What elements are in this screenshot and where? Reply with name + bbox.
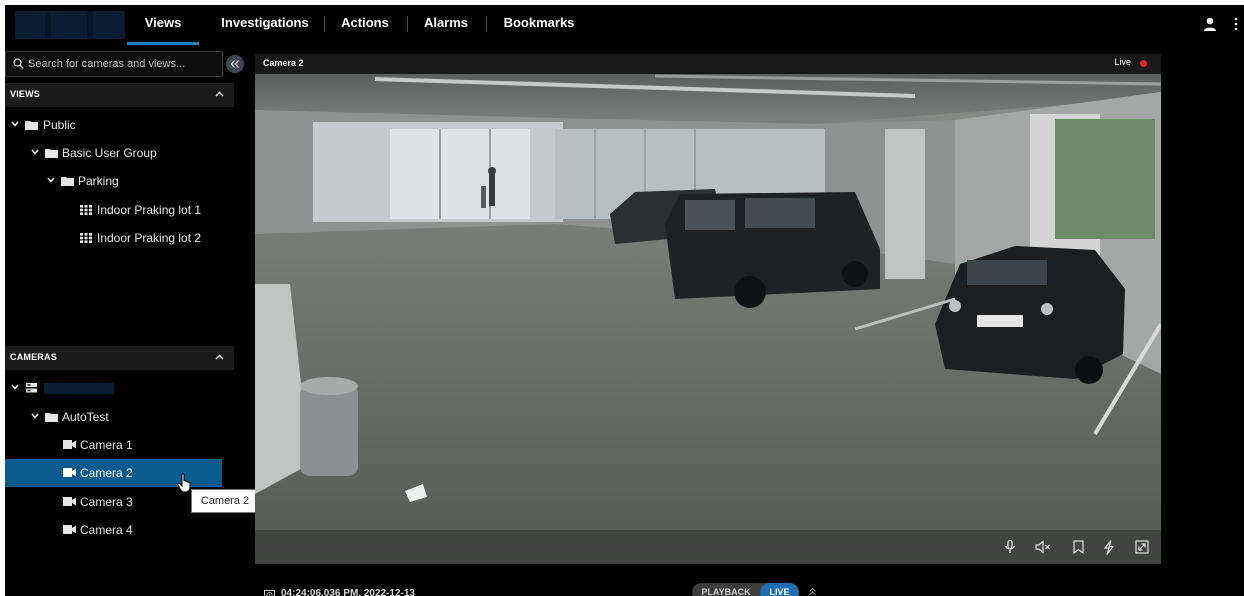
tree-item-label: AutoTest <box>62 410 109 424</box>
redacted-server-name <box>44 383 114 394</box>
views-section-title: VIEWS <box>10 89 41 99</box>
top-navigation-bar: Views Investigations Actions Alarms Book… <box>5 5 1244 45</box>
video-camera-icon <box>63 525 76 534</box>
chevron-up-icon <box>215 91 224 97</box>
grid-view-icon <box>80 205 92 215</box>
camera-video-feed[interactable] <box>255 74 1161 564</box>
server-icon <box>26 383 37 393</box>
chevron-down-icon <box>47 177 55 183</box>
tree-item-label: Camera 2 <box>80 466 133 480</box>
tree-item-autotest[interactable]: AutoTest <box>5 403 222 431</box>
tree-item-label: Camera 4 <box>80 523 133 537</box>
folder-icon <box>25 121 38 130</box>
search-box <box>5 51 223 77</box>
video-title: Camera 2 <box>263 58 304 68</box>
tree-item-camera-4[interactable]: Camera 4 <box>5 516 222 544</box>
video-camera-icon <box>63 468 76 477</box>
camera-tooltip: Camera 2 <box>191 489 259 513</box>
tab-actions[interactable]: Actions <box>335 5 395 45</box>
playback-live-toggle: PLAYBACK LIVE <box>692 583 799 596</box>
video-header: Camera 2 Live <box>255 54 1161 74</box>
chevron-up-icon <box>215 354 224 360</box>
nav-divider <box>324 16 325 32</box>
nav-divider <box>486 16 487 32</box>
tree-item-view[interactable]: Indoor Praking lot 1 <box>5 196 222 224</box>
playback-button[interactable]: PLAYBACK <box>692 583 760 596</box>
video-camera-icon <box>63 440 76 449</box>
grid-view-icon <box>80 233 92 243</box>
live-dot-icon <box>1140 60 1147 67</box>
folder-icon <box>45 413 58 422</box>
speaker-muted-icon[interactable] <box>1035 540 1051 554</box>
tree-item-view[interactable]: Indoor Praking lot 2 <box>5 224 222 252</box>
tab-bookmarks[interactable]: Bookmarks <box>496 5 582 45</box>
tab-views[interactable]: Views <box>127 5 199 45</box>
tab-alarms[interactable]: Alarms <box>417 5 475 45</box>
views-section-header[interactable]: VIEWS <box>5 83 234 107</box>
tree-item-label: Camera 1 <box>80 438 133 452</box>
more-vertical-icon[interactable] <box>1232 16 1240 32</box>
hand-pointer-icon <box>177 473 191 493</box>
tree-item-public[interactable]: Public <box>5 111 222 139</box>
tree-item-camera-1[interactable]: Camera 1 <box>5 431 222 459</box>
double-chevron-left-icon <box>230 60 239 68</box>
search-icon <box>13 58 24 69</box>
bookmark-icon[interactable] <box>1073 540 1084 554</box>
tree-item-basic-user-group[interactable]: Basic User Group <box>5 139 222 167</box>
tree-item-label: Public <box>43 118 76 132</box>
chevron-down-icon <box>31 149 39 155</box>
fullscreen-icon[interactable] <box>1135 540 1149 554</box>
folder-icon <box>45 149 58 158</box>
user-icon[interactable] <box>1202 16 1218 32</box>
tree-item-label: Parking <box>78 174 119 188</box>
tree-item-label: Indoor Praking lot 1 <box>97 203 202 217</box>
playback-timestamp: 04:24:06.036 PM, 2022-12-13 <box>281 588 415 596</box>
nav-divider <box>407 16 408 32</box>
tree-item-parking[interactable]: Parking <box>5 167 222 195</box>
tab-investigations[interactable]: Investigations <box>217 5 313 45</box>
search-input[interactable] <box>28 52 218 76</box>
live-button[interactable]: LIVE <box>760 583 799 596</box>
tree-item-label: Camera 3 <box>80 495 133 509</box>
logo <box>15 11 125 39</box>
collapse-sidebar-button[interactable] <box>226 55 244 73</box>
folder-icon <box>61 177 74 186</box>
microphone-icon[interactable] <box>1005 540 1015 554</box>
video-controls-bar <box>255 530 1161 564</box>
app-window: Views Investigations Actions Alarms Book… <box>5 5 1244 596</box>
tree-item-label: Basic User Group <box>62 146 157 160</box>
tree-item-label: Indoor Praking lot 2 <box>97 231 202 245</box>
video-camera-icon <box>63 497 76 506</box>
double-chevron-up-icon[interactable] <box>808 587 817 596</box>
cameras-section-title: CAMERAS <box>10 352 57 362</box>
chevron-down-icon <box>31 413 39 419</box>
live-indicator-label: Live <box>1114 57 1131 67</box>
lightning-icon[interactable] <box>1103 540 1115 555</box>
chevron-down-icon <box>11 121 19 127</box>
tree-item-server[interactable] <box>5 374 222 402</box>
calendar-clock-icon <box>264 590 275 596</box>
cameras-section-header[interactable]: CAMERAS <box>5 346 234 370</box>
chevron-down-icon <box>11 384 19 390</box>
